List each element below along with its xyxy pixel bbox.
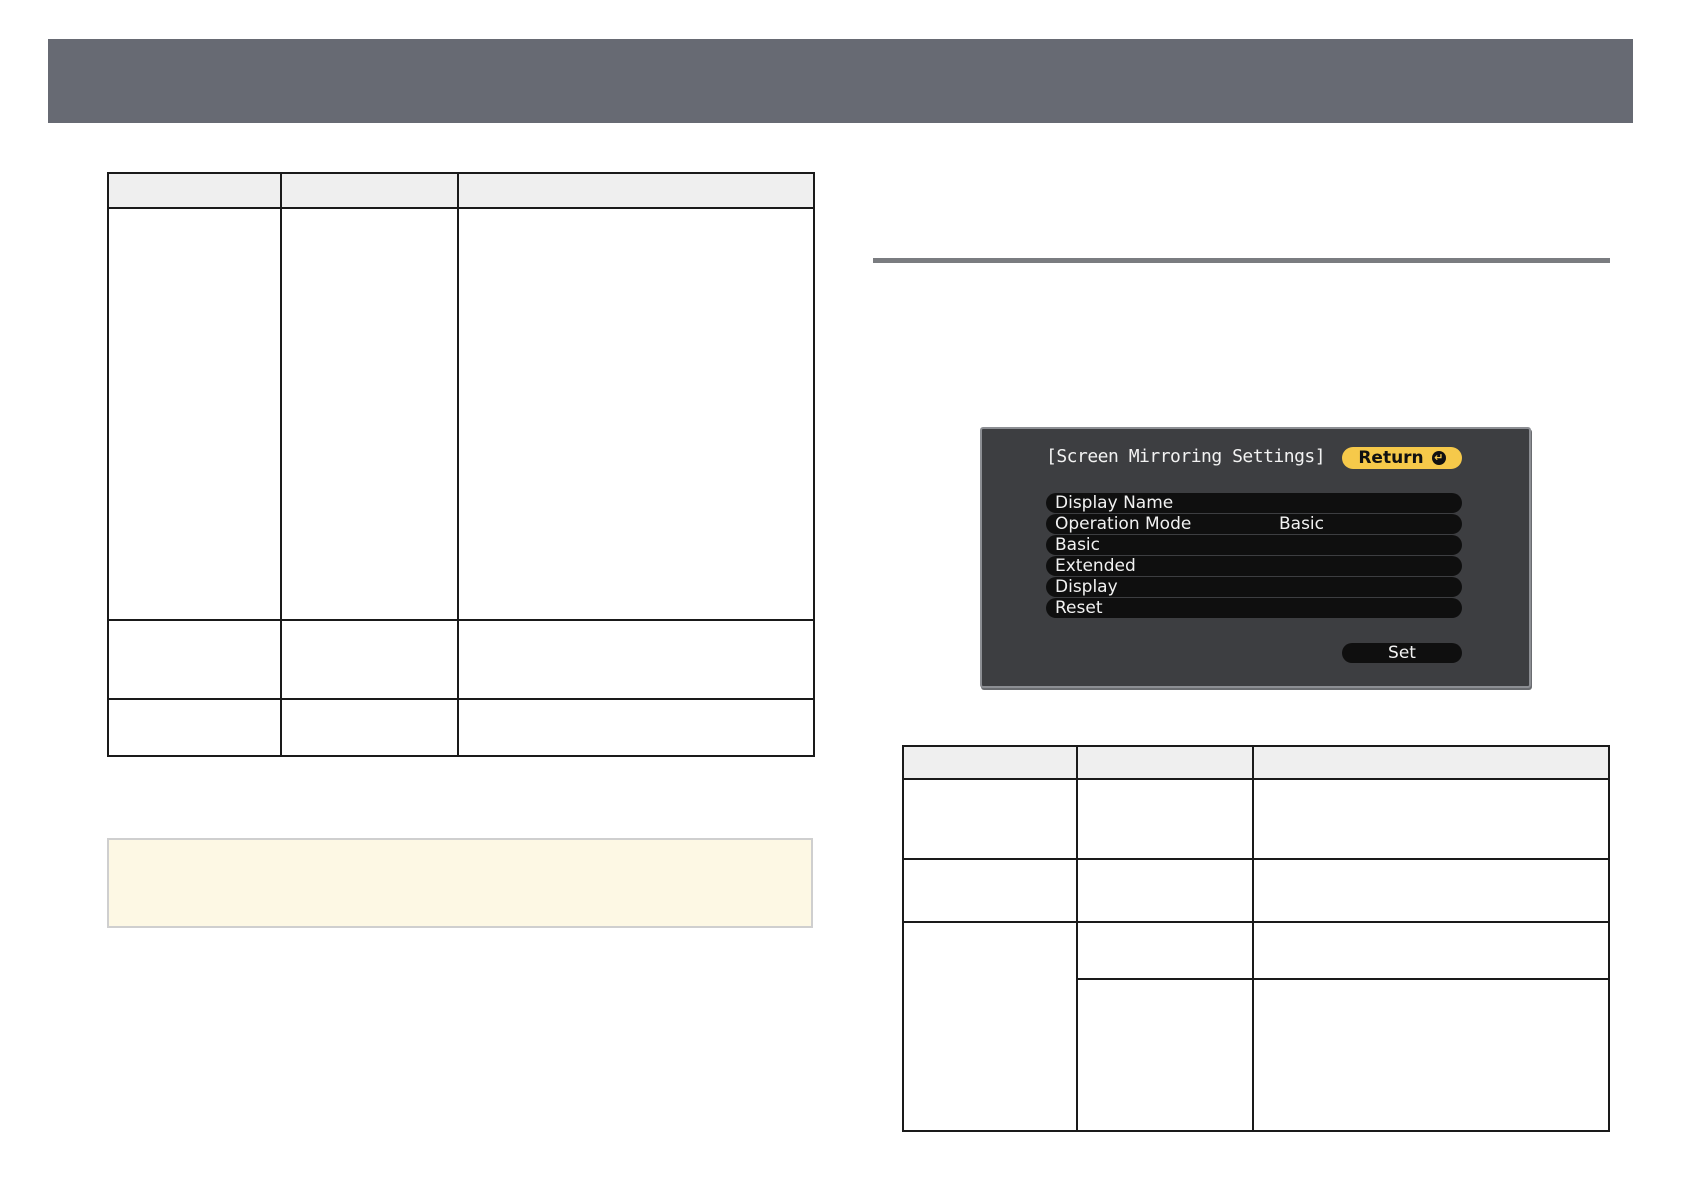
settings-table-left (107, 172, 815, 757)
menu-item-extended[interactable]: Extended (1046, 556, 1462, 576)
table-header-row (902, 745, 1610, 780)
table-cell (902, 921, 1078, 1132)
table-cell (1076, 921, 1254, 980)
table-cell (107, 207, 282, 621)
table-cell (280, 207, 459, 621)
note-box (107, 838, 813, 928)
return-label: Return (1358, 448, 1424, 468)
menu-item-label: Basic (1055, 535, 1101, 555)
menu-item-label: Reset (1055, 598, 1103, 618)
table-cell (1252, 921, 1610, 980)
header-cell (1076, 745, 1254, 780)
table-cell (1076, 778, 1254, 860)
table-cell (1252, 778, 1610, 860)
table-cell (457, 207, 815, 621)
osd-menu: Display Name Operation Mode Basic Basic … (1046, 493, 1526, 619)
table-cell (1252, 858, 1610, 923)
table-cell (1076, 978, 1254, 1132)
header-cell (280, 172, 459, 209)
menu-item-value: Basic (1279, 514, 1325, 534)
screen-mirroring-settings-osd: [Screen Mirroring Settings] Return ↵ Dis… (980, 427, 1531, 688)
table-row (107, 207, 815, 621)
page-header-bar (48, 39, 1633, 123)
table-header-row (107, 172, 815, 209)
header-cell (902, 745, 1078, 780)
table-row (902, 921, 1610, 1132)
table-row (902, 858, 1610, 923)
table-cell (107, 698, 282, 757)
osd-title: [Screen Mirroring Settings] (1046, 446, 1326, 467)
table-cell (457, 619, 815, 700)
table-row (902, 778, 1610, 860)
table-cell (1076, 858, 1254, 923)
table-cell (1252, 978, 1610, 1132)
section-divider (873, 258, 1610, 263)
table-cell (280, 698, 459, 757)
menu-item-display[interactable]: Display (1046, 577, 1462, 597)
table-row (107, 619, 815, 700)
return-button[interactable]: Return ↵ (1342, 447, 1462, 469)
set-button[interactable]: Set (1342, 643, 1462, 663)
menu-item-label: Display (1055, 577, 1118, 597)
table-cell (280, 619, 459, 700)
header-cell (457, 172, 815, 209)
menu-item-label: Operation Mode (1055, 514, 1192, 534)
table-cell (107, 619, 282, 700)
header-cell (107, 172, 282, 209)
menu-item-display-name[interactable]: Display Name (1046, 493, 1462, 513)
table-row (107, 698, 815, 757)
menu-item-operation-mode[interactable]: Operation Mode Basic (1046, 514, 1462, 534)
settings-table-right (902, 745, 1610, 1132)
table-cell (902, 778, 1078, 860)
menu-item-basic[interactable]: Basic (1046, 535, 1462, 555)
table-cell (457, 698, 815, 757)
enter-icon: ↵ (1431, 451, 1446, 465)
header-cell (1252, 745, 1610, 780)
menu-item-reset[interactable]: Reset (1046, 598, 1462, 618)
menu-item-label: Extended (1055, 556, 1136, 576)
table-cell (902, 858, 1078, 923)
menu-item-label: Display Name (1055, 493, 1174, 513)
